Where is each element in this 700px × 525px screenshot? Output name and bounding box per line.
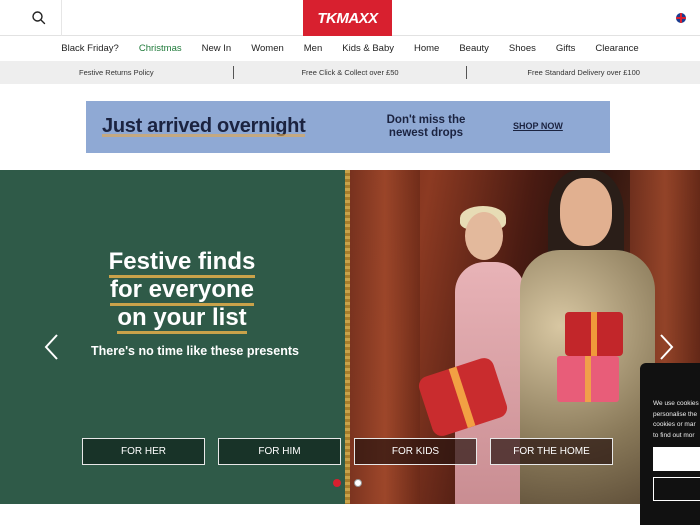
info-returns-policy[interactable]: Festive Returns Policy (0, 68, 233, 77)
logo-text: TKMAXX (317, 9, 378, 27)
header-divider (61, 0, 62, 36)
cookie-text-line: personalise the (653, 410, 698, 418)
cookie-text: We use cookies personalise the cookies o… (653, 399, 700, 441)
promo-subtitle: Don't miss the newest drops (376, 114, 476, 140)
hero-model-left-face (465, 212, 503, 260)
gift-box-pink (557, 356, 619, 402)
for-her-button[interactable]: FOR HER (82, 438, 205, 465)
gift-box-red (565, 312, 623, 356)
carousel-dot-2[interactable] (354, 479, 362, 487)
uk-flag-icon[interactable] (676, 13, 686, 23)
cookie-manage-button[interactable] (653, 477, 700, 501)
hero-headline-line1: Festive finds (108, 248, 256, 278)
for-kids-button[interactable]: FOR KIDS (354, 438, 477, 465)
promo-subtitle-line2: newest drops (388, 127, 464, 139)
hero-model-right-face (560, 178, 612, 246)
promo-subtitle-line1: Don't miss the (386, 114, 466, 126)
tkmaxx-logo[interactable]: TKMAXX (303, 0, 392, 36)
cookie-consent-panel: We use cookies personalise the cookies o… (640, 363, 700, 525)
nav-item-kids-baby[interactable]: Kids & Baby (332, 43, 404, 54)
carousel-next-button[interactable] (656, 332, 676, 362)
nav-item-black-friday[interactable]: Black Friday? (51, 43, 129, 54)
chevron-left-icon (44, 334, 58, 360)
main-nav: Black Friday? Christmas New In Women Men… (0, 36, 700, 61)
nav-item-christmas[interactable]: Christmas (129, 43, 192, 54)
cookie-text-line: We use cookies (653, 400, 699, 407)
nav-item-home[interactable]: Home (404, 43, 449, 54)
nav-item-beauty[interactable]: Beauty (449, 43, 499, 54)
info-delivery[interactable]: Free Standard Delivery over £100 (467, 68, 700, 77)
for-him-button[interactable]: FOR HIM (218, 438, 341, 465)
search-button[interactable] (28, 7, 50, 29)
chevron-right-icon (660, 334, 674, 360)
carousel-dot-1[interactable] (333, 479, 341, 487)
cookie-text-line: cookies or mar (653, 421, 696, 428)
nav-item-clearance[interactable]: Clearance (585, 43, 648, 54)
shop-now-link[interactable]: SHOP NOW (513, 121, 563, 131)
carousel-prev-button[interactable] (42, 332, 62, 362)
promo-banner[interactable]: Just arrived overnight Don't miss the ne… (86, 101, 610, 153)
hero-headline-line3: on your list (117, 304, 247, 334)
nav-item-men[interactable]: Men (294, 43, 332, 54)
hero-headline: Festive finds for everyone on your list (62, 248, 302, 334)
cookie-text-line: to find out mor (653, 431, 695, 439)
nav-item-women[interactable]: Women (241, 43, 294, 54)
cookie-accept-button[interactable] (653, 447, 700, 471)
nav-item-gifts[interactable]: Gifts (546, 43, 586, 54)
info-bar: Festive Returns Policy Free Click & Coll… (0, 61, 700, 84)
search-icon (32, 11, 46, 25)
nav-item-new-in[interactable]: New In (192, 43, 242, 54)
for-the-home-button[interactable]: FOR THE HOME (490, 438, 613, 465)
site-header: TKMAXX (0, 0, 700, 36)
hero-headline-line2: for everyone (109, 276, 255, 306)
promo-title: Just arrived overnight (102, 115, 306, 137)
nav-item-shoes[interactable]: Shoes (499, 43, 546, 54)
hero-subtitle: There's no time like these presents (91, 344, 299, 358)
info-click-collect[interactable]: Free Click & Collect over £50 (234, 68, 467, 77)
